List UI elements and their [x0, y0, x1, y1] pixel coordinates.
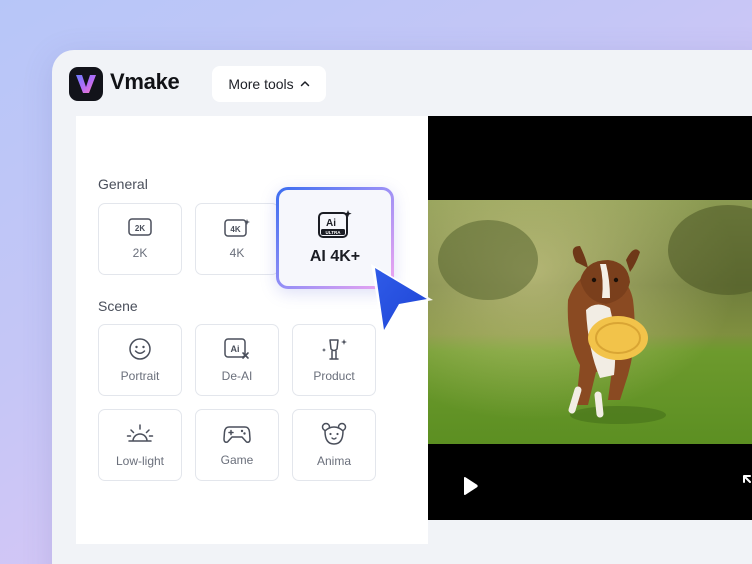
- more-tools-label: More tools: [228, 76, 294, 92]
- tool-low-light-label: Low-light: [115, 454, 165, 468]
- chevron-up-icon: [300, 81, 309, 87]
- ai-ultra-icon: Ai ULTRA: [318, 210, 352, 238]
- bear-face-icon: [321, 422, 347, 445]
- tool-ai-4k-plus-label: AI 4K+: [309, 248, 361, 265]
- section-general-title: General: [98, 176, 148, 192]
- tool-2k[interactable]: 2K 2K: [98, 203, 182, 275]
- 4k-icon: 4K: [224, 219, 250, 237]
- brand-name: Vmake: [110, 69, 180, 94]
- tool-anima[interactable]: Anima: [292, 409, 376, 481]
- video-player[interactable]: [428, 116, 752, 520]
- smiley-face-icon: [129, 338, 151, 360]
- 4k-icon-text: 4K: [230, 225, 240, 234]
- tool-de-ai-label: De-AI: [221, 369, 253, 383]
- tool-de-ai[interactable]: Ai De-AI: [195, 324, 279, 396]
- sunrise-icon: [126, 424, 154, 442]
- product-icon: [322, 339, 347, 360]
- 2k-icon: 2K: [128, 218, 152, 236]
- tool-game-label: Game: [220, 453, 254, 467]
- expand-icon[interactable]: [742, 474, 752, 492]
- 2k-icon-text: 2K: [135, 224, 145, 233]
- gamepad-icon: [223, 426, 251, 443]
- section-scene-title: Scene: [98, 298, 138, 314]
- de-ai-icon-text: Ai: [231, 344, 240, 354]
- tool-game[interactable]: Game: [195, 409, 279, 481]
- ai-icon-text: Ai: [326, 218, 336, 229]
- tool-portrait[interactable]: Portrait: [98, 324, 182, 396]
- de-ai-icon: Ai: [224, 338, 249, 359]
- tool-4k-label: 4K: [229, 246, 245, 260]
- top-bar: Vmake More tools: [52, 50, 752, 116]
- tool-product[interactable]: Product: [292, 324, 376, 396]
- tool-portrait-label: Portrait: [120, 369, 160, 383]
- tool-low-light[interactable]: Low-light: [98, 409, 182, 481]
- tool-anima-label: Anima: [316, 454, 351, 468]
- tool-product-label: Product: [313, 369, 355, 383]
- pointer-cursor-icon: [371, 264, 433, 336]
- vmake-logo-icon[interactable]: [69, 67, 103, 101]
- tool-4k[interactable]: 4K 4K: [195, 203, 279, 275]
- play-icon[interactable]: [461, 476, 479, 496]
- ultra-icon-text: ULTRA: [326, 230, 342, 235]
- more-tools-button[interactable]: More tools: [212, 66, 326, 102]
- tool-2k-label: 2K: [132, 246, 148, 260]
- dog-with-frisbee-image: [428, 200, 752, 444]
